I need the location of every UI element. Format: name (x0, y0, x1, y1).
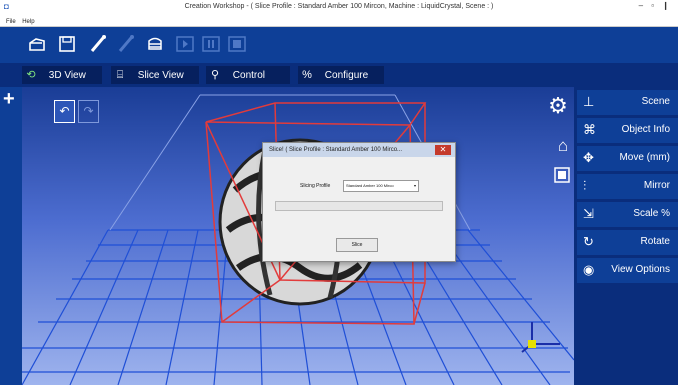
panel-item-object-info[interactable]: ⌘ Object Info (577, 118, 678, 143)
tab-slice-view[interactable]: ⌸ Slice View (111, 66, 199, 84)
main-toolbar (0, 27, 678, 63)
panel-label-view-options: View Options (611, 264, 670, 275)
object-info-icon: ⌘ (583, 122, 596, 137)
open-icon[interactable] (27, 34, 47, 54)
connect-icon[interactable] (88, 34, 108, 54)
slicing-profile-label: Slicing Profile (300, 183, 331, 189)
panel-label-mirror: Mirror (643, 180, 670, 191)
panel-item-rotate[interactable]: ↻ Rotate (577, 230, 678, 255)
redo-icon[interactable]: ↷ (78, 100, 99, 123)
mirror-icon: ⫶ (583, 178, 587, 193)
move-icon: ✥ (583, 150, 594, 165)
configure-icon: % (302, 69, 312, 81)
close-icon[interactable]: ✕ (435, 145, 451, 155)
tab-3d-view[interactable]: ⟲ 3D View (22, 66, 102, 84)
panel-item-mirror[interactable]: ⫶ Mirror (577, 174, 678, 199)
panel-label-rotate: Rotate (640, 236, 670, 247)
home-view-icon[interactable]: ⌂ (553, 136, 573, 156)
tab-configure[interactable]: % Configure (298, 66, 384, 84)
tab-control[interactable]: ⚲ Control (206, 66, 290, 84)
left-sidebar (0, 87, 22, 385)
save-icon[interactable] (57, 34, 77, 54)
panel-item-scene[interactable]: ⊥ Scene (577, 90, 678, 115)
stop-icon[interactable] (227, 34, 247, 54)
right-panel: ⊥ Scene ⌘ Object Info ✥ Move (mm) ⫶ Mirr… (574, 87, 678, 385)
tab-control-label: Control (232, 70, 266, 81)
pause-icon[interactable] (201, 34, 221, 54)
menu-help[interactable]: Help (22, 19, 34, 25)
panel-label-scene: Scene (641, 96, 670, 107)
play-icon[interactable] (175, 34, 195, 54)
panel-label-scale: Scale % (633, 208, 670, 219)
panel-item-scale[interactable]: ⇲ Scale % (577, 202, 678, 227)
dialog-title: Slice! ( Slice Profile : Standard Amber … (263, 143, 455, 157)
slice-icon[interactable] (145, 34, 165, 54)
slice-dialog: Slice! ( Slice Profile : Standard Amber … (262, 142, 456, 262)
slice-view-icon: ⌸ (116, 69, 124, 81)
3d-view-icon: ⟲ (26, 69, 36, 81)
slice-progress-bar (275, 201, 443, 211)
window-title: Creation Workshop - ( Slice Profile : St… (184, 3, 494, 10)
tab-slice-view-label: Slice View (137, 70, 184, 81)
panel-label-object-info: Object Info (621, 124, 670, 135)
chevron-down-icon: ▾ (413, 183, 416, 188)
menu-file[interactable]: File (6, 19, 16, 25)
tab-configure-label: Configure (324, 70, 369, 81)
tab-3d-view-label: 3D View (48, 70, 86, 81)
settings-gear-icon[interactable]: ⚙ (546, 94, 570, 118)
panel-item-view-options[interactable]: ◉ View Options (577, 258, 678, 283)
rotate-icon: ↻ (583, 234, 594, 249)
frame-view-icon[interactable] (553, 166, 571, 184)
menu-bar: File Help (0, 15, 678, 27)
undo-icon[interactable]: ↶ (54, 100, 75, 123)
control-icon: ⚲ (210, 69, 220, 81)
window-controls[interactable]: – ▫ ❙ (639, 1, 672, 10)
panel-label-move: Move (mm) (619, 152, 670, 163)
scale-icon: ⇲ (583, 206, 594, 221)
slice-button[interactable]: Slice (336, 238, 378, 252)
slicing-profile-select[interactable]: Standard Amber 100 Mirco ▾ (343, 180, 419, 192)
title-bar: ◘ Creation Workshop - ( Slice Profile : … (0, 0, 678, 15)
disconnect-icon[interactable] (116, 34, 136, 54)
add-model-icon[interactable]: + (3, 89, 15, 109)
view-options-icon: ◉ (583, 262, 595, 277)
slicing-profile-value: Standard Amber 100 Mirco (346, 183, 394, 188)
view-tabs: ⟲ 3D View ⌸ Slice View ⚲ Control % Confi… (0, 63, 678, 87)
panel-item-move[interactable]: ✥ Move (mm) (577, 146, 678, 171)
scene-icon: ⊥ (583, 94, 595, 109)
